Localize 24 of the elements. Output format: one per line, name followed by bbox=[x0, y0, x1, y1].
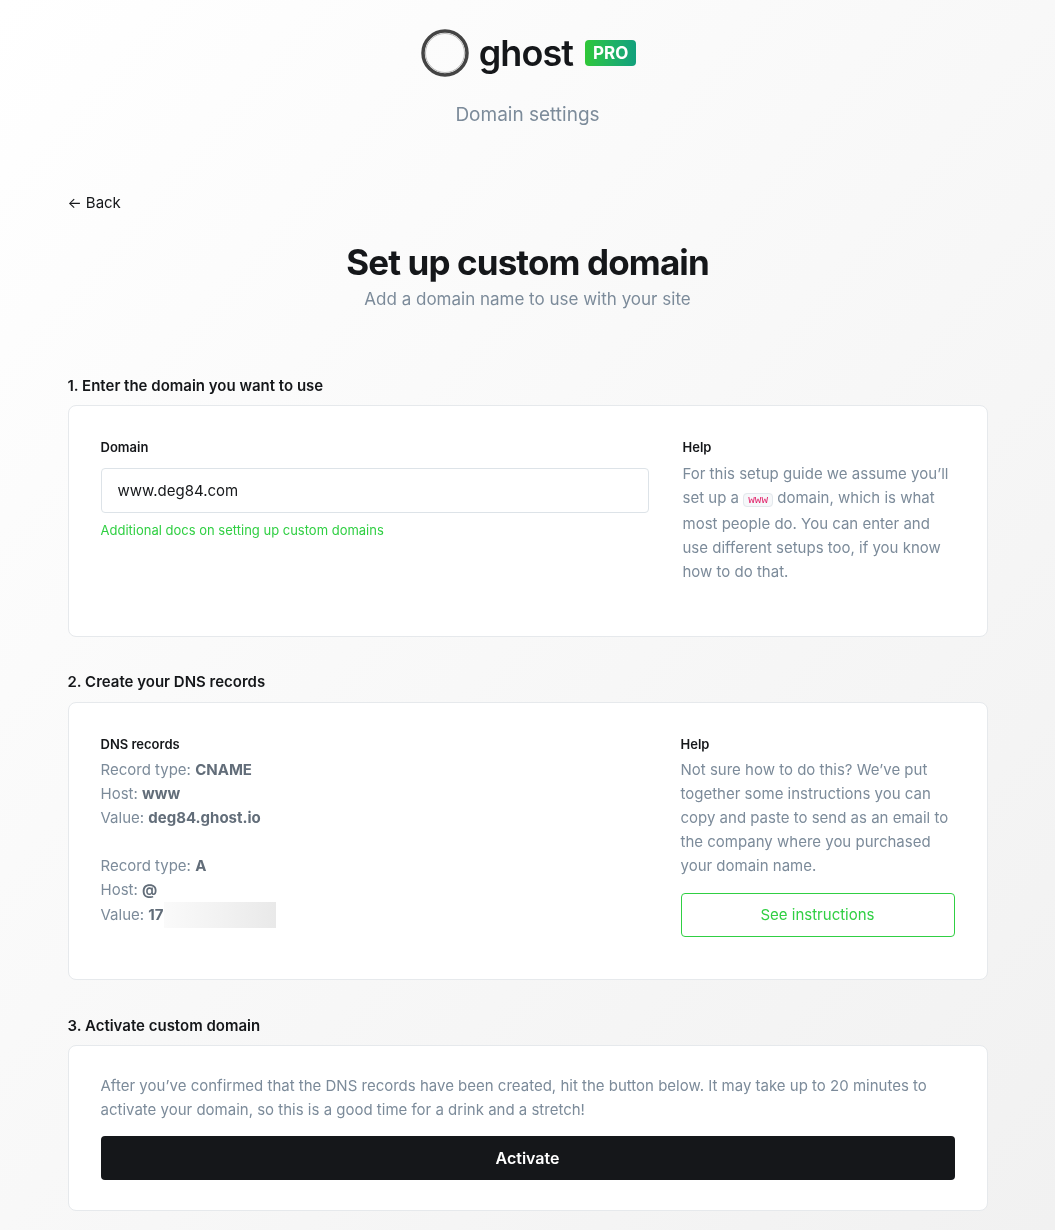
page-header-subtitle: Domain settings bbox=[455, 102, 600, 128]
section-heading: 1. Enter the domain you want to use bbox=[67, 374, 325, 397]
record-line: Record type: A bbox=[100, 855, 207, 877]
help-text: For this setup guide we assume you’ll set up a www domain, which is what most people do. You can enter and use different setups too, if you know how to do that. bbox=[682, 462, 950, 583]
domain-input[interactable]: www.deg84.com bbox=[100, 467, 649, 513]
record-line: Host: @ bbox=[100, 879, 158, 901]
record-line: Value: 17 bbox=[100, 904, 164, 926]
field-label: Domain bbox=[100, 438, 150, 457]
page-subtitle: Add a domain name to use with your site bbox=[363, 288, 692, 311]
back-link[interactable]: ← Back bbox=[67, 191, 121, 214]
help-text: Not sure how to do this? We’ve put together some instructions you can copy and paste to send as an email to the company where you purchased your domain name. bbox=[680, 759, 950, 877]
records-title: DNS records bbox=[100, 734, 181, 754]
section-heading: 2. Create your DNS records bbox=[67, 671, 267, 693]
record-line: Record type: CNAME bbox=[100, 759, 252, 781]
help-title: Help bbox=[680, 734, 711, 754]
record-line: Host: www bbox=[100, 783, 181, 805]
activate-button[interactable]: Activate bbox=[100, 1136, 955, 1180]
activate-text: After you’ve confirmed that the DNS records have been created, hit the button below. It may take up to 20 minutes to activate your domain, so this is a good time for a drink and a stretch! bbox=[100, 1075, 928, 1121]
record-line: Value: deg84.ghost.io bbox=[100, 807, 261, 829]
pro-badge: PRO bbox=[585, 40, 637, 66]
help-title: Help bbox=[682, 438, 713, 457]
ghost-logo-icon bbox=[418, 27, 471, 79]
page-title: Set up custom domain bbox=[345, 240, 710, 284]
section-heading: 3. Activate custom domain bbox=[67, 1014, 262, 1037]
